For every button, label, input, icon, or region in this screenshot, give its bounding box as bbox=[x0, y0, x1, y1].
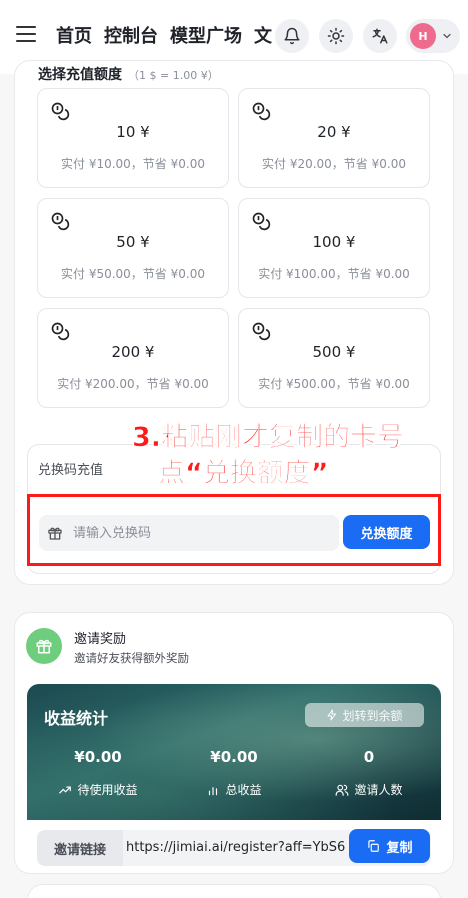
exchange-rate-note: （1 $ = 1.00 ¥） bbox=[128, 69, 219, 82]
coins-icon bbox=[51, 322, 70, 341]
option-note: 实付 ¥20.00，节省 ¥0.00 bbox=[262, 157, 406, 171]
pending-earnings-label-text: 待使用收益 bbox=[77, 783, 138, 797]
pending-earnings-value: ¥0.00 bbox=[74, 748, 122, 766]
recharge-option-200[interactable]: 200 ¥ 实付 ¥200.00，节省 ¥0.00 bbox=[37, 308, 229, 408]
copy-icon bbox=[368, 840, 380, 852]
annotation-highlight-box bbox=[27, 494, 441, 566]
option-amount: 50 ¥ bbox=[116, 233, 150, 251]
option-amount: 20 ¥ bbox=[317, 123, 351, 141]
redeem-title: 兑换码充值 bbox=[38, 463, 104, 478]
annotation-line-1: 3.粘贴刚才复制的卡号 bbox=[132, 422, 405, 454]
option-amount: 100 ¥ bbox=[312, 233, 356, 251]
trending-up-icon bbox=[59, 786, 72, 793]
pending-earnings-label: 待使用收益 bbox=[28, 781, 168, 798]
invite-subtitle: 邀请好友获得额外奖励 bbox=[74, 651, 189, 665]
option-amount: 200 ¥ bbox=[111, 343, 155, 361]
nav-model-square[interactable]: 模型广场 bbox=[170, 22, 242, 48]
option-note: 实付 ¥50.00，节省 ¥0.00 bbox=[61, 267, 205, 281]
recharge-title-text: 选择充值额度 bbox=[38, 67, 122, 83]
bell-icon bbox=[284, 27, 300, 45]
option-note: 实付 ¥500.00，节省 ¥0.00 bbox=[258, 377, 410, 391]
transfer-to-balance-button[interactable]: 划转到余额 bbox=[305, 703, 424, 727]
language-button[interactable] bbox=[363, 19, 397, 53]
bar-chart-icon bbox=[209, 786, 218, 795]
recharge-option-500[interactable]: 500 ¥ 实付 ¥500.00，节省 ¥0.00 bbox=[238, 308, 430, 408]
coins-icon bbox=[252, 212, 271, 231]
avatar: H bbox=[410, 23, 436, 49]
gift-icon bbox=[36, 639, 52, 654]
earnings-title: 收益统计 bbox=[44, 709, 109, 728]
nav-docs[interactable]: 文 bbox=[254, 22, 272, 48]
invite-badge bbox=[26, 628, 62, 664]
invite-count-value: 0 bbox=[363, 748, 375, 766]
user-menu[interactable]: H bbox=[406, 19, 460, 53]
users-icon bbox=[336, 784, 349, 796]
translate-icon bbox=[372, 28, 388, 44]
next-card bbox=[27, 884, 441, 898]
option-note: 实付 ¥100.00，节省 ¥0.00 bbox=[258, 267, 410, 281]
total-earnings-label: 总收益 bbox=[164, 781, 304, 798]
recharge-option-10[interactable]: 10 ¥ 实付 ¥10.00，节省 ¥0.00 bbox=[37, 88, 229, 188]
recharge-option-20[interactable]: 20 ¥ 实付 ¥20.00，节省 ¥0.00 bbox=[238, 88, 430, 188]
invite-count-label: 邀请人数 bbox=[299, 781, 439, 798]
coins-icon bbox=[51, 102, 70, 121]
option-amount: 10 ¥ bbox=[116, 123, 150, 141]
recharge-option-50[interactable]: 50 ¥ 实付 ¥50.00，节省 ¥0.00 bbox=[37, 198, 229, 298]
option-note: 实付 ¥200.00，节省 ¥0.00 bbox=[57, 377, 209, 391]
invite-count-label-text: 邀请人数 bbox=[354, 783, 403, 797]
total-earnings-label-text: 总收益 bbox=[225, 783, 262, 797]
lightning-icon bbox=[327, 709, 337, 721]
coins-icon bbox=[252, 322, 271, 341]
annotation-text: 3.粘贴刚才复制的卡号 点“兑换额度” bbox=[132, 420, 442, 492]
transfer-label: 划转到余额 bbox=[342, 708, 403, 723]
coins-icon bbox=[252, 102, 271, 121]
nav-console[interactable]: 控制台 bbox=[104, 22, 158, 48]
notification-button[interactable] bbox=[275, 19, 309, 53]
option-amount: 500 ¥ bbox=[312, 343, 356, 361]
copy-label: 复制 bbox=[386, 840, 413, 856]
main-nav: 首页 控制台 模型广场 文 bbox=[56, 22, 276, 48]
nav-home[interactable]: 首页 bbox=[56, 22, 92, 48]
coins-icon bbox=[51, 212, 70, 231]
theme-toggle-button[interactable] bbox=[319, 19, 353, 53]
menu-icon[interactable] bbox=[16, 26, 36, 44]
invite-link-value[interactable]: https://jimiai.ai/register?aff=YbS6 bbox=[126, 840, 350, 855]
annotation-line-2: 点“兑换额度” bbox=[158, 458, 329, 490]
recharge-section-title: 选择充值额度 （1 $ = 1.00 ¥） bbox=[38, 64, 219, 84]
option-note: 实付 ¥10.00，节省 ¥0.00 bbox=[61, 157, 205, 171]
recharge-option-100[interactable]: 100 ¥ 实付 ¥100.00，节省 ¥0.00 bbox=[238, 198, 430, 298]
copy-link-button[interactable]: 复制 bbox=[349, 829, 430, 863]
invite-title: 邀请奖励 bbox=[74, 632, 127, 647]
chevron-down-icon bbox=[443, 33, 451, 39]
total-earnings-value: ¥0.00 bbox=[210, 748, 258, 766]
invite-link-label: 邀请链接 bbox=[37, 830, 123, 866]
sun-icon bbox=[327, 27, 345, 45]
